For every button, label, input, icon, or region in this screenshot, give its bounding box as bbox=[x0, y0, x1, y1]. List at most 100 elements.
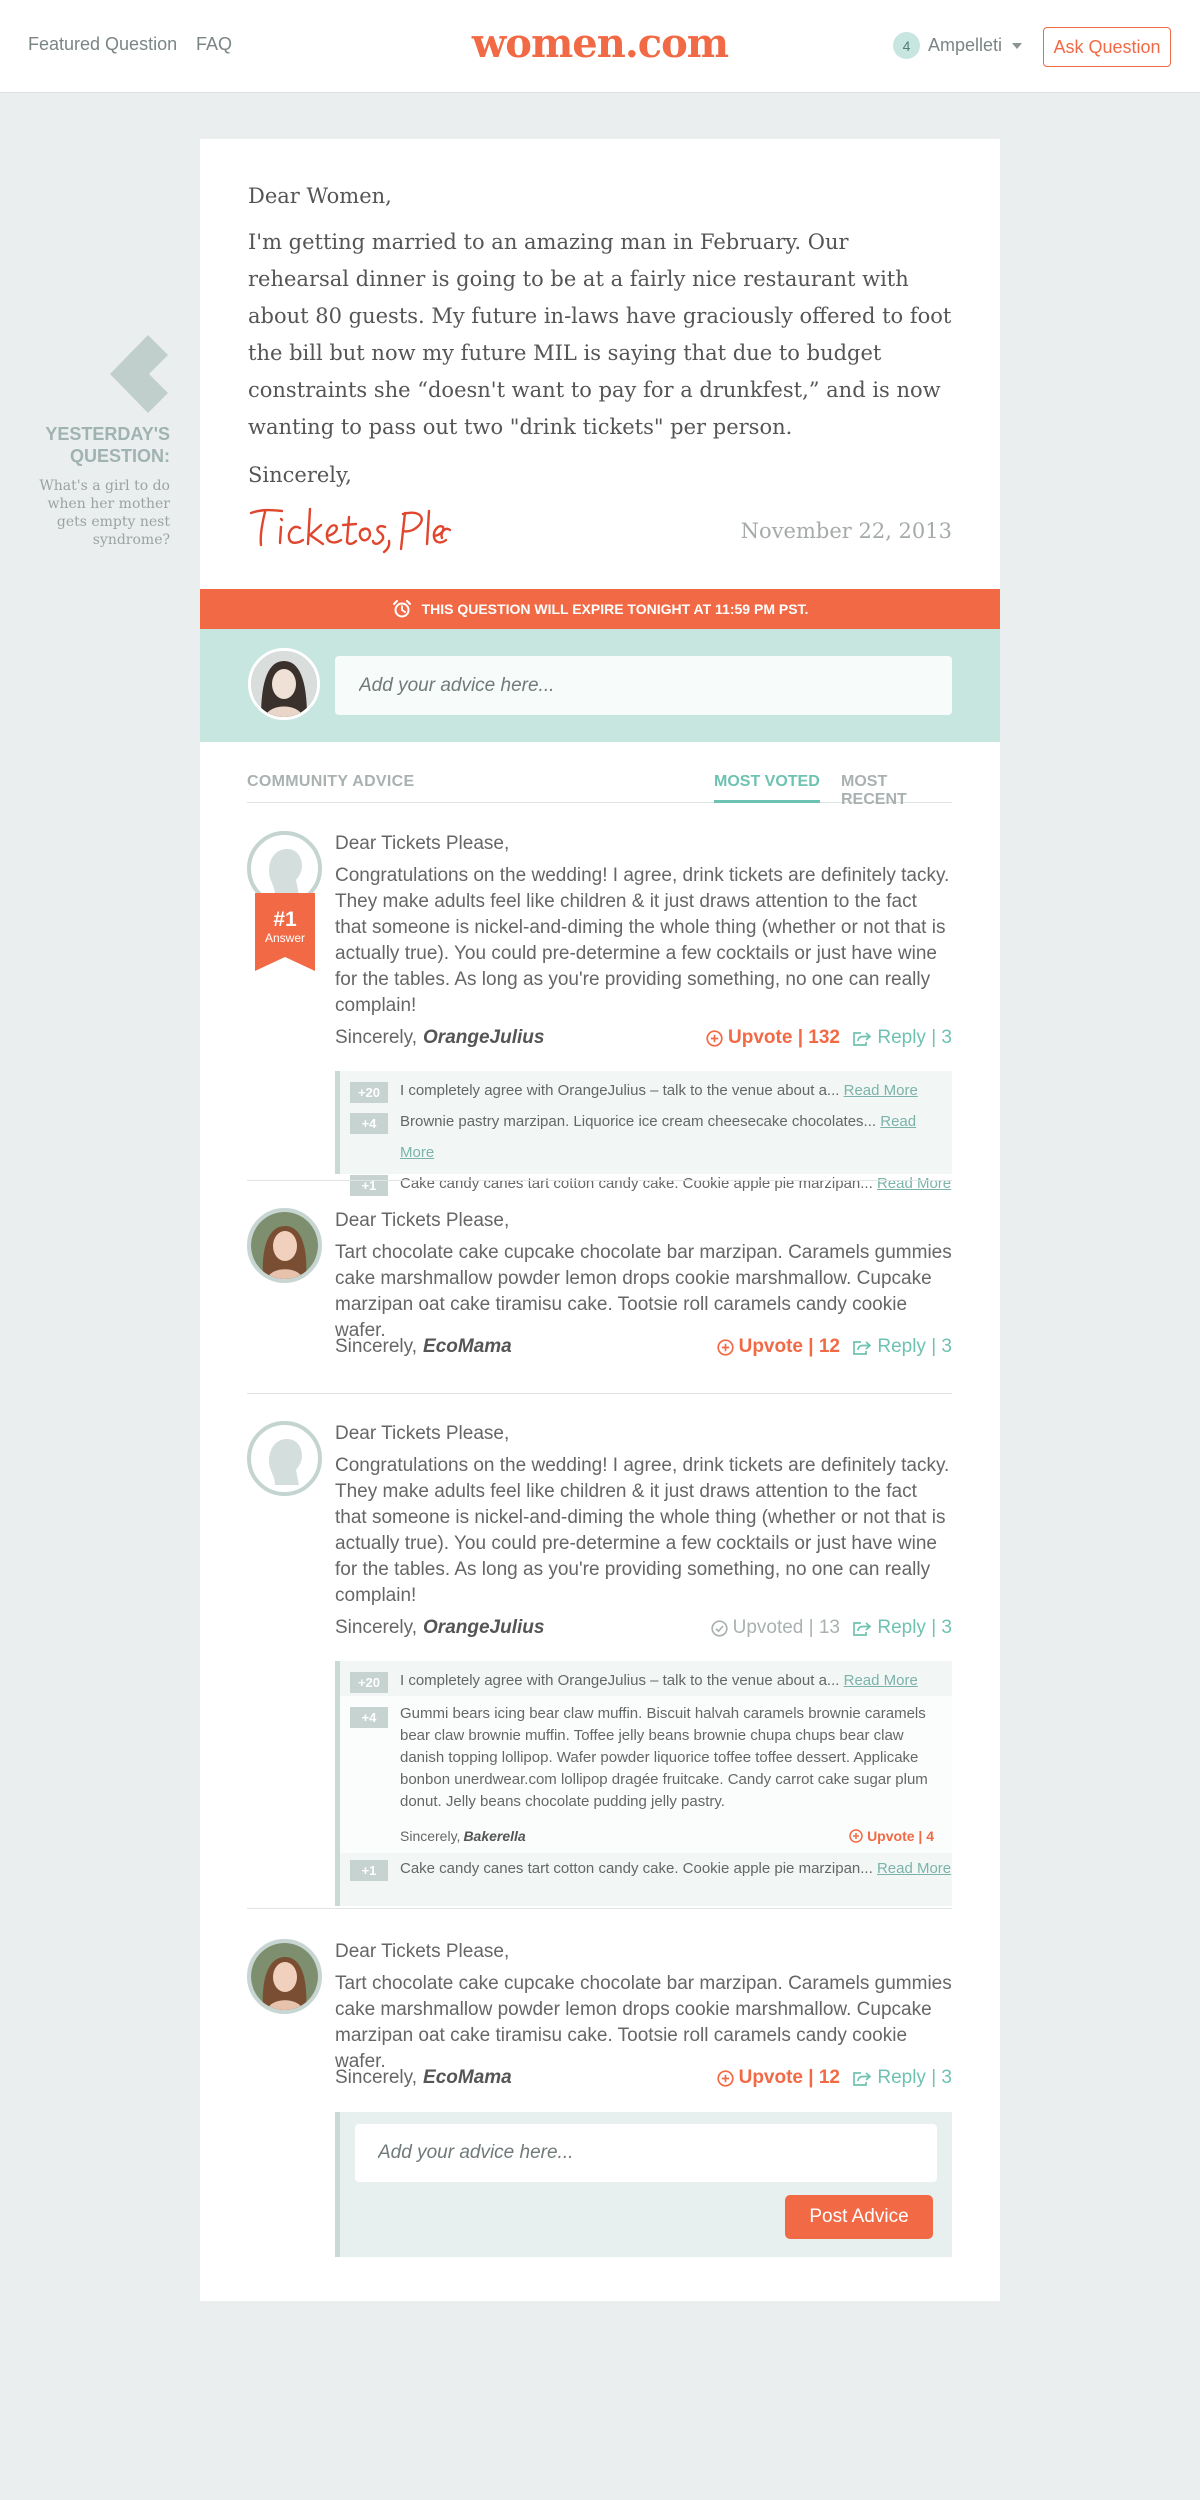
answer-footer: Sincerely, EcoMama Upvote | 12 Reply | 3 bbox=[335, 2067, 952, 2093]
answer-item: Dear Tickets Please, Tart chocolate cake… bbox=[247, 1939, 952, 2088]
reply-button[interactable]: Reply | 3 bbox=[852, 1027, 952, 1049]
read-more-link[interactable]: Read More bbox=[877, 1860, 951, 1877]
answer-author[interactable]: OrangeJulius bbox=[423, 1617, 544, 1638]
default-avatar-icon bbox=[269, 849, 302, 895]
answer-body: Tart chocolate cake cupcake chocolate ba… bbox=[335, 1973, 952, 2072]
upvote-button[interactable]: Upvote | 12 bbox=[716, 2067, 840, 2089]
yesterdays-question-text: What's a girl to do when her mother gets… bbox=[39, 478, 170, 548]
reply-author[interactable]: Bakerella bbox=[463, 1828, 525, 1844]
reply-label: Reply | 3 bbox=[877, 1336, 952, 1357]
answer-signoff: Sincerely, bbox=[335, 1336, 418, 1357]
advice-input[interactable] bbox=[335, 656, 952, 715]
letter-greeting: Dear Women, bbox=[248, 184, 392, 208]
divider bbox=[247, 1908, 952, 1909]
reply-button[interactable]: Reply | 3 bbox=[852, 1617, 952, 1639]
top-answer-badge: #1 Answer bbox=[255, 909, 315, 946]
answer-footer: Sincerely, OrangeJulius Upvoted | 13 Repl… bbox=[335, 1617, 952, 1643]
upvote-button[interactable]: Upvote | 12 bbox=[716, 1336, 840, 1358]
post-advice-button[interactable]: Post Advice bbox=[785, 2195, 933, 2239]
tab-most-recent[interactable]: MOST RECENT bbox=[841, 773, 952, 808]
answer-greeting: Dear Tickets Please, bbox=[335, 1210, 510, 1231]
reply-item: +20 I completely agree with OrangeJulius… bbox=[340, 1075, 952, 1106]
reply-snippet: I completely agree with OrangeJulius – t… bbox=[400, 1082, 840, 1099]
check-circle-icon bbox=[710, 1619, 728, 1637]
avatar bbox=[247, 1421, 322, 1496]
divider bbox=[247, 1180, 952, 1181]
answer-signoff: Sincerely, bbox=[335, 2067, 418, 2088]
expiry-banner: THIS QUESTION WILL EXPIRE TONIGHT AT 11:… bbox=[200, 589, 1000, 629]
top-navigation-bar: Featured Question FAQ women.com 4 Ampell… bbox=[0, 0, 1200, 93]
plus-circle-icon bbox=[849, 1829, 863, 1843]
letter-body: I'm getting married to an amazing man in… bbox=[248, 230, 952, 439]
answer-author[interactable]: EcoMama bbox=[423, 1336, 512, 1357]
reply-item: +1 Cake candy canes tart cotton candy ca… bbox=[340, 1168, 952, 1199]
yesterdays-question-title: YESTERDAY'S QUESTION: bbox=[45, 424, 170, 466]
share-arrow-icon bbox=[853, 2071, 872, 2086]
reply-label: Reply | 3 bbox=[877, 2067, 952, 2088]
advice-input-bar bbox=[200, 629, 1000, 742]
share-arrow-icon bbox=[853, 1031, 872, 1046]
reply-button[interactable]: Reply | 3 bbox=[852, 1336, 952, 1358]
chevron-left-icon bbox=[110, 335, 168, 413]
signature-image bbox=[249, 507, 452, 554]
answer-body: Tart chocolate cake cupcake chocolate ba… bbox=[335, 1242, 952, 1341]
reply-label: Reply | 3 bbox=[877, 1027, 952, 1048]
answer-footer: Sincerely, OrangeJulius Upvote | 132 Repl… bbox=[335, 1027, 952, 1053]
yesterdays-question-link[interactable]: YESTERDAY'S QUESTION: What's a girl to d… bbox=[20, 335, 170, 549]
expiry-text: THIS QUESTION WILL EXPIRE TONIGHT AT 11:… bbox=[421, 601, 809, 617]
answer-greeting: Dear Tickets Please, bbox=[335, 1941, 510, 1962]
reply-upvote-label: Upvote | 4 bbox=[867, 1828, 934, 1844]
reply-item-expanded: +4 Gummi bears icing bear claw muffin. B… bbox=[340, 1696, 952, 1853]
reply-score: +1 bbox=[350, 1860, 388, 1881]
upvote-label: Upvote | 12 bbox=[738, 1336, 840, 1357]
share-arrow-icon bbox=[853, 1340, 872, 1355]
community-advice-header: COMMUNITY ADVICE MOST VOTED MOST RECENT bbox=[247, 769, 952, 808]
question-letter: Dear Women, I'm getting married to an am… bbox=[248, 181, 953, 490]
ask-question-button[interactable]: Ask Question bbox=[1043, 27, 1171, 67]
answer-author[interactable]: OrangeJulius bbox=[423, 1027, 544, 1048]
read-more-link[interactable]: Read More bbox=[877, 1175, 951, 1192]
reply-item: +1 Cake candy canes tart cotton candy ca… bbox=[340, 1853, 952, 1884]
avatar bbox=[247, 1939, 322, 2014]
rank-label: Answer bbox=[264, 931, 305, 945]
reply-form: Post Advice bbox=[335, 2112, 952, 2257]
letter-date: November 22, 2013 bbox=[740, 519, 952, 543]
reply-list: +20 I completely agree with OrangeJulius… bbox=[335, 1071, 952, 1196]
reply-text: Gummi bears icing bear claw muffin. Bisc… bbox=[400, 1705, 928, 1810]
reply-score: +4 bbox=[350, 1113, 388, 1134]
reply-snippet: Cake candy canes tart cotton candy cake.… bbox=[400, 1860, 873, 1877]
question-card: Dear Women, I'm getting married to an am… bbox=[200, 139, 1000, 2301]
letter-signoff: Sincerely, bbox=[248, 463, 352, 487]
reply-signoff: Sincerely, bbox=[400, 1828, 461, 1844]
reply-upvote-button[interactable]: Upvote | 4 bbox=[849, 1825, 934, 1847]
user-name: Ampelleti bbox=[928, 35, 1003, 55]
upvoted-status[interactable]: Upvoted | 13 bbox=[710, 1617, 840, 1639]
answer-greeting: Dear Tickets Please, bbox=[335, 833, 510, 854]
notification-count-badge: 4 bbox=[893, 32, 920, 59]
upvote-label: Upvote | 12 bbox=[738, 2067, 840, 2088]
reply-snippet: Cake candy canes tart cotton candy cake.… bbox=[400, 1175, 873, 1192]
read-more-link[interactable]: Read More bbox=[844, 1672, 918, 1689]
reply-list: +20 I completely agree with OrangeJulius… bbox=[335, 1661, 952, 1906]
upvote-label: Upvote | 132 bbox=[728, 1027, 840, 1048]
community-advice-title: COMMUNITY ADVICE bbox=[247, 773, 415, 790]
default-avatar-icon bbox=[269, 1439, 302, 1485]
plus-circle-icon bbox=[706, 1029, 723, 1047]
tab-most-voted[interactable]: MOST VOTED bbox=[714, 773, 820, 803]
plus-circle-icon bbox=[716, 1338, 734, 1356]
reply-snippet: I completely agree with OrangeJulius – t… bbox=[400, 1672, 840, 1689]
reply-item: +20 I completely agree with OrangeJulius… bbox=[340, 1665, 952, 1696]
user-menu[interactable]: 4 Ampelleti bbox=[893, 32, 1023, 59]
reply-button[interactable]: Reply | 3 bbox=[852, 2067, 952, 2089]
reply-score: +4 bbox=[350, 1707, 388, 1728]
reply-advice-input[interactable] bbox=[355, 2124, 937, 2182]
alarm-clock-icon bbox=[392, 600, 411, 618]
avatar bbox=[247, 1208, 322, 1283]
read-more-link[interactable]: Read More bbox=[844, 1082, 918, 1099]
upvote-button[interactable]: Upvote | 132 bbox=[706, 1027, 840, 1049]
reply-snippet: Brownie pastry marzipan. Liquorice ice c… bbox=[400, 1113, 877, 1130]
answer-author[interactable]: EcoMama bbox=[423, 2067, 512, 2088]
answer-greeting: Dear Tickets Please, bbox=[335, 1423, 510, 1444]
answer-signoff: Sincerely, bbox=[335, 1027, 418, 1048]
answer-footer: Sincerely, EcoMama Upvote | 12 Reply | 3 bbox=[335, 1336, 952, 1362]
